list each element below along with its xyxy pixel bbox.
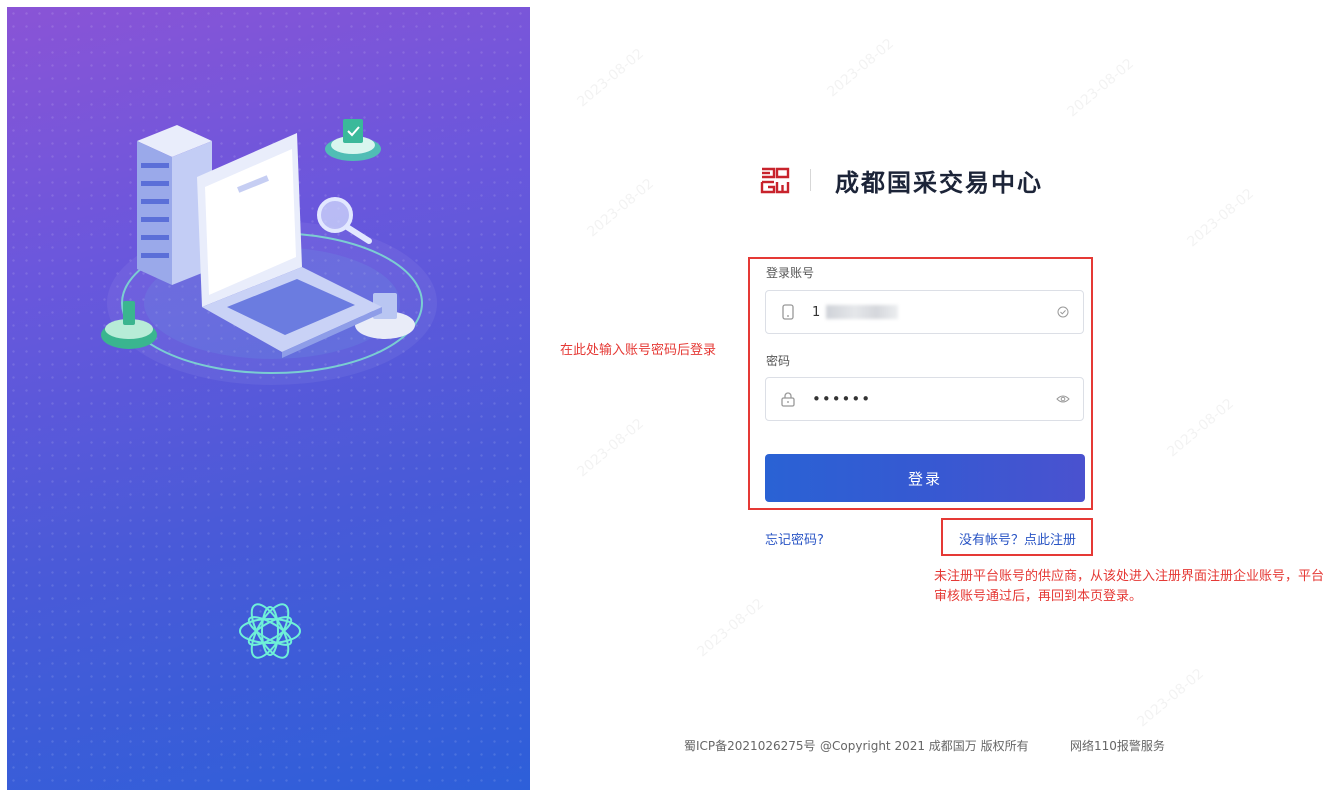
forgot-password-link[interactable]: 忘记密码? [765, 529, 824, 548]
check-circle-icon [1055, 304, 1071, 320]
watermark: 2023-08-02 [1134, 665, 1207, 731]
server-laptop-illustration [101, 119, 437, 385]
copyright-text: @Copyright 2021 成都国万 版权所有 [820, 739, 1029, 753]
account-label: 登录账号 [766, 266, 815, 280]
watermark: 2023-08-02 [1164, 395, 1237, 461]
password-field[interactable]: •••••• [765, 377, 1084, 421]
blurred-account-text [826, 305, 899, 319]
watermark: 2023-08-02 [574, 415, 647, 481]
watermark: 2023-08-02 [1064, 55, 1137, 121]
password-input[interactable]: •••••• [812, 390, 1055, 408]
account-field[interactable]: 1 [765, 290, 1084, 334]
watermark: 2023-08-02 [1184, 185, 1257, 251]
brand-divider [810, 169, 811, 191]
icp-text[interactable]: 蜀ICP备2021026275号 [684, 737, 816, 754]
lock-icon [778, 389, 798, 409]
watermark: 2023-08-02 [584, 175, 657, 241]
login-annotation: 在此处输入账号密码后登录 [560, 343, 717, 358]
police-service-link[interactable]: 网络110报警服务 [1070, 737, 1165, 754]
hero-panel [7, 7, 530, 790]
eye-icon[interactable] [1055, 391, 1071, 407]
login-button[interactable]: 登录 [765, 454, 1085, 502]
watermark: 2023-08-02 [824, 35, 897, 101]
phone-icon [778, 302, 798, 322]
watermark: 2023-08-02 [574, 45, 647, 111]
brand-logo-icon [760, 167, 790, 194]
register-annotation: 未注册平台账号的供应商，从该处进入注册界面注册企业账号，平台审核账号通过后，再回… [934, 569, 1325, 604]
atom-logo-icon [239, 603, 301, 659]
password-label: 密码 [766, 354, 791, 368]
account-input[interactable]: 1 [812, 305, 1055, 320]
watermark: 2023-08-02 [694, 595, 767, 661]
register-link[interactable]: 没有帐号？点此注册 [959, 529, 1076, 548]
site-title: 成都国采交易中心 [835, 168, 1043, 197]
brand-header: 成都国采交易中心 [758, 160, 1043, 200]
